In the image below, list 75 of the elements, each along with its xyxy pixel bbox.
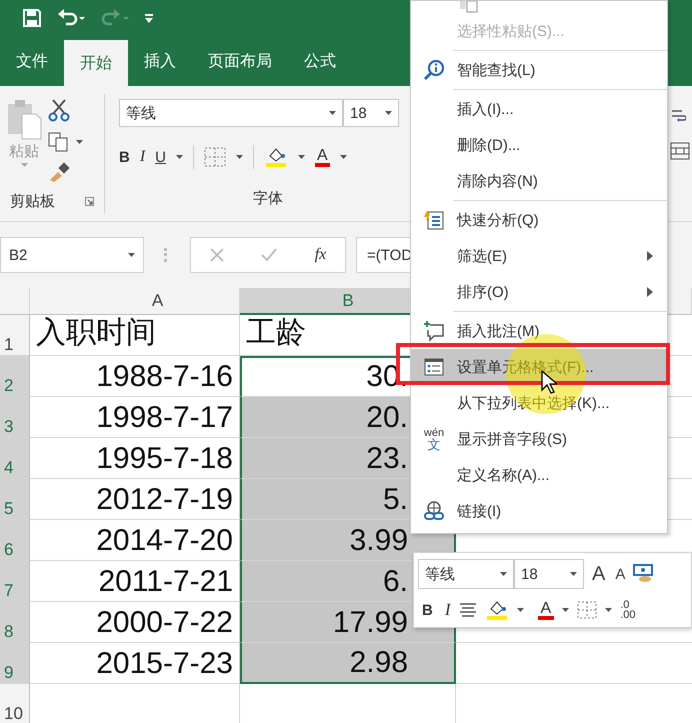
fill-color-icon[interactable] xyxy=(484,599,509,621)
font-color-button[interactable]: A xyxy=(538,600,554,620)
menu-item[interactable]: 排序(O) xyxy=(411,274,667,310)
undo-icon[interactable] xyxy=(56,8,86,28)
table-cell: 入职时间 xyxy=(30,315,240,356)
redo-icon xyxy=(100,8,130,28)
row-header[interactable]: 8 xyxy=(0,602,30,643)
border-icon[interactable] xyxy=(577,601,598,619)
align-center-icon[interactable] xyxy=(458,603,477,617)
font-color-button[interactable]: A xyxy=(315,148,330,166)
save-icon[interactable] xyxy=(22,8,42,28)
cell-styles-icon[interactable] xyxy=(633,564,656,584)
caret-icon[interactable] xyxy=(340,155,347,159)
border-icon[interactable] xyxy=(204,147,226,167)
underline-button[interactable]: U xyxy=(155,148,166,166)
quick-analysis-icon xyxy=(423,209,445,231)
row-header[interactable]: 9 xyxy=(0,643,30,684)
menu-item[interactable]: 插入(I)... xyxy=(411,91,667,127)
row-header[interactable]: 3 xyxy=(0,397,30,438)
caret-icon[interactable] xyxy=(176,155,184,159)
group-label: 剪贴板 xyxy=(10,192,55,212)
menu-item[interactable]: 删除(D)... xyxy=(411,127,667,163)
caret-icon[interactable] xyxy=(385,111,392,115)
caret-icon[interactable] xyxy=(605,608,612,612)
font-name-field[interactable]: 等线 xyxy=(418,559,514,589)
link-icon xyxy=(423,500,445,522)
grow-font-button[interactable]: A xyxy=(592,562,606,586)
menu-item[interactable]: 智能查找(L) xyxy=(411,52,667,88)
font-name-field[interactable]: 等线 xyxy=(119,99,343,127)
format-painter-icon[interactable] xyxy=(48,162,72,182)
table-cell: 2.98 xyxy=(240,643,456,684)
shrink-font-button[interactable]: A xyxy=(615,566,626,582)
caret-icon[interactable] xyxy=(500,572,507,576)
lookup-icon xyxy=(423,59,445,81)
insert-function-button[interactable]: fx xyxy=(314,246,326,264)
format-cells-icon xyxy=(423,356,445,378)
dialog-launcher-icon[interactable] xyxy=(85,197,94,206)
menu-item[interactable]: 快速分析(Q) xyxy=(411,202,667,238)
bold-button[interactable]: B xyxy=(418,602,437,618)
ribbon-tab[interactable]: 公式 xyxy=(288,36,352,86)
ribbon-tab[interactable]: 页面布局 xyxy=(192,36,288,86)
wrap-text-icon[interactable] xyxy=(670,108,686,124)
comment-icon xyxy=(423,320,445,342)
copy-icon[interactable] xyxy=(48,132,70,152)
decrease-decimal-button[interactable]: .0 .00 xyxy=(620,600,636,620)
caret-icon[interactable] xyxy=(128,253,135,257)
font-size-field[interactable]: 18 xyxy=(343,99,399,127)
customize-icon[interactable] xyxy=(144,12,154,24)
caret-icon[interactable] xyxy=(298,155,306,159)
bold-button[interactable]: B xyxy=(119,148,130,166)
italic-button[interactable]: I xyxy=(140,148,146,166)
fill-color-icon[interactable] xyxy=(264,146,288,168)
ribbon-tab[interactable]: 文件 xyxy=(0,36,64,86)
row-header[interactable]: 2 xyxy=(0,356,30,397)
caret-icon[interactable] xyxy=(570,572,577,576)
name-box[interactable]: B2 xyxy=(0,237,144,273)
italic-button[interactable]: I xyxy=(444,600,451,620)
cut-icon[interactable] xyxy=(48,98,70,122)
font-size-field[interactable]: 18 xyxy=(514,559,584,589)
ribbon-tab[interactable]: 插入 xyxy=(128,36,192,86)
caret-icon[interactable] xyxy=(562,608,570,612)
row-header[interactable]: 1 xyxy=(0,315,30,356)
row-header[interactable]: 6 xyxy=(0,520,30,561)
caret-icon[interactable] xyxy=(236,155,244,159)
menu-item[interactable]: 清除内容(N) xyxy=(411,163,667,199)
row-header[interactable]: 7 xyxy=(0,561,30,602)
row-header[interactable]: 5 xyxy=(0,479,30,520)
row-header[interactable]: 4 xyxy=(0,438,30,479)
group-label: 字体 xyxy=(253,188,283,208)
merge-icon[interactable] xyxy=(670,142,690,160)
row-header[interactable]: 10 xyxy=(0,684,30,723)
caret-icon[interactable] xyxy=(329,111,336,115)
caret-icon[interactable] xyxy=(76,140,83,144)
ribbon-tab[interactable]: 开始 xyxy=(64,40,128,86)
caret-icon[interactable] xyxy=(516,608,524,612)
